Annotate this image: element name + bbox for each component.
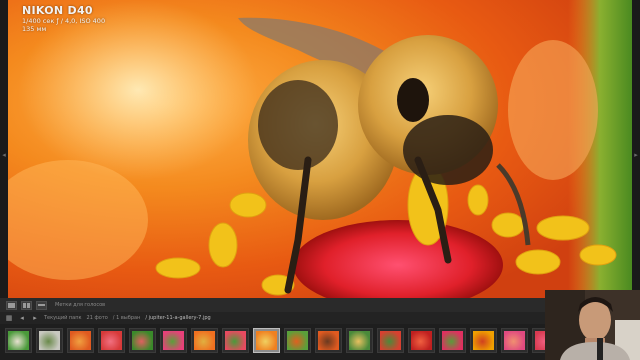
thumbnail-image: [504, 331, 525, 350]
filmstrip-thumbnail[interactable]: [284, 328, 311, 353]
filmstrip-thumbnail[interactable]: [408, 328, 435, 353]
filmstrip-header: ▦ ◂ ▸ Текущий папк 21 фото / 1 выбран / …: [0, 312, 545, 324]
thumbnail-image: [535, 331, 545, 350]
left-panel-toggle-icon[interactable]: ◂: [0, 150, 8, 160]
loupe-view-button[interactable]: [6, 300, 17, 310]
exposure-info: 1/400 сек ƒ / 4,0, ISO 400: [22, 17, 106, 25]
filmstrip-thumbnail[interactable]: [5, 328, 32, 353]
photo-viewer[interactable]: NIKON D40 1/400 сек ƒ / 4,0, ISO 400 135…: [8, 0, 632, 298]
thumbnail-image: [132, 331, 153, 350]
lightroom-window: NIKON D40 1/400 сек ƒ / 4,0, ISO 400 135…: [0, 0, 640, 360]
thumbnail-list: [5, 328, 545, 353]
filmstrip-thumbnail[interactable]: [532, 328, 545, 353]
back-arrow-icon[interactable]: ◂: [18, 314, 26, 322]
source-folder[interactable]: Текущий папк: [44, 315, 82, 321]
thumbnail-image: [380, 331, 401, 350]
lens-info: 135 мм: [22, 25, 47, 33]
grid-icon[interactable]: ▦: [5, 314, 13, 322]
thumbnail-image: [8, 331, 29, 350]
filmstrip[interactable]: [0, 324, 545, 360]
thumbnail-image: [473, 331, 494, 350]
filmstrip-thumbnail[interactable]: [501, 328, 528, 353]
thumbnail-image: [349, 331, 370, 350]
thumbnail-image: [39, 331, 60, 350]
compare-view-button[interactable]: [21, 300, 32, 310]
view-toolbar: Метки для голосов: [0, 298, 545, 312]
filmstrip-thumbnail[interactable]: [98, 328, 125, 353]
filmstrip-thumbnail[interactable]: [191, 328, 218, 353]
camera-model: NIKON D40: [22, 4, 93, 17]
thumbnail-image: [163, 331, 184, 350]
photo-count: 21 фото: [86, 315, 108, 321]
thumbnail-image: [287, 331, 308, 350]
right-panel-toggle-icon[interactable]: ▸: [632, 150, 640, 160]
webcam-overlay: [545, 290, 640, 360]
current-file-name: / jupiter-11-a-gallery-7.jpg: [145, 315, 211, 321]
survey-view-button[interactable]: [36, 300, 47, 310]
thumbnail-image: [256, 331, 277, 350]
thumbnail-image: [442, 331, 463, 350]
filmstrip-thumbnail[interactable]: [36, 328, 63, 353]
filmstrip-thumbnail[interactable]: [67, 328, 94, 353]
filmstrip-thumbnail[interactable]: [129, 328, 156, 353]
thumbnail-image: [411, 331, 432, 350]
filmstrip-thumbnail[interactable]: [377, 328, 404, 353]
thumbnail-image: [225, 331, 246, 350]
thumbnail-image: [70, 331, 91, 350]
filmstrip-thumbnail[interactable]: [222, 328, 249, 353]
forward-arrow-icon[interactable]: ▸: [31, 314, 39, 322]
filmstrip-thumbnail[interactable]: [346, 328, 373, 353]
thumbnail-image: [194, 331, 215, 350]
thumbnail-image: [101, 331, 122, 350]
thumbnail-image: [318, 331, 339, 350]
bumblebee-photo: [8, 0, 632, 298]
photo-info-overlay: NIKON D40 1/400 сек ƒ / 4,0, ISO 400 135…: [22, 4, 105, 33]
filmstrip-thumbnail[interactable]: [315, 328, 342, 353]
filmstrip-thumbnail[interactable]: [160, 328, 187, 353]
toolbar-hint: Метки для голосов: [55, 302, 106, 308]
filmstrip-thumbnail[interactable]: [253, 328, 280, 353]
selected-count: / 1 выбран: [112, 315, 141, 321]
filmstrip-thumbnail[interactable]: [439, 328, 466, 353]
filmstrip-thumbnail[interactable]: [470, 328, 497, 353]
